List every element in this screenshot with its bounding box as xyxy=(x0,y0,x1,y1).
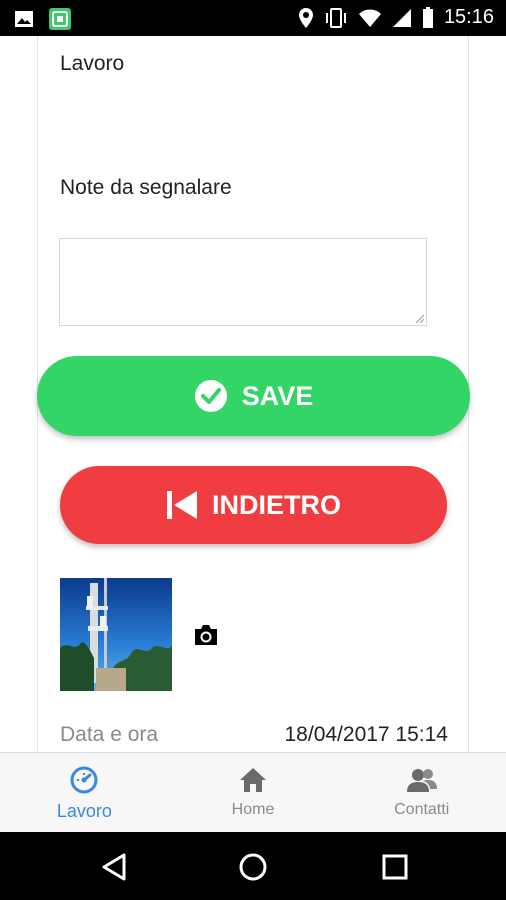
date-label: Data e ora xyxy=(60,723,159,746)
status-bar: 15:16 xyxy=(0,0,506,36)
home-circle-icon[interactable] xyxy=(238,852,268,882)
system-nav-bar xyxy=(0,832,506,900)
home-icon xyxy=(240,768,266,792)
recents-icon[interactable] xyxy=(380,852,410,882)
wifi-icon xyxy=(358,9,381,27)
photo-thumbnail[interactable] xyxy=(60,578,172,691)
tab-contatti[interactable]: Contatti xyxy=(337,753,506,832)
back-button[interactable]: INDIETRO xyxy=(60,466,447,544)
antenna-photo xyxy=(60,578,172,691)
section-label-lavoro: Lavoro xyxy=(60,52,125,75)
save-button-label: SAVE xyxy=(241,380,314,411)
vibrate-icon xyxy=(325,7,346,28)
check-circle-icon xyxy=(194,380,227,412)
tab-label-lavoro: Lavoro xyxy=(56,801,112,821)
tab-label-home: Home xyxy=(231,801,275,818)
contacts-icon xyxy=(406,769,437,792)
speedometer-icon xyxy=(70,766,98,794)
tab-lavoro[interactable]: Lavoro xyxy=(0,753,169,832)
back-icon[interactable] xyxy=(100,852,130,882)
gallery-icon xyxy=(15,11,33,27)
skip-back-icon xyxy=(166,491,197,519)
signal-icon xyxy=(392,8,411,27)
date-value: 18/04/2017 15:14 xyxy=(284,723,449,746)
back-button-label: INDIETRO xyxy=(211,489,341,520)
bottom-tab-bar: Lavoro Home Contatti xyxy=(0,752,506,832)
location-icon xyxy=(298,7,313,28)
camera-icon[interactable] xyxy=(193,624,219,646)
tab-label-contatti: Contatti xyxy=(394,801,450,818)
resize-handle-icon[interactable] xyxy=(416,315,424,323)
tab-home[interactable]: Home xyxy=(169,753,338,832)
save-button[interactable]: SAVE xyxy=(37,356,470,436)
form-content: Lavoro Note da segnalare SAVE INDIETRO D… xyxy=(0,36,506,752)
clock: 15:16 xyxy=(443,6,494,28)
app-notification-icon xyxy=(49,8,71,30)
notes-label: Note da segnalare xyxy=(60,176,232,199)
notes-textarea[interactable] xyxy=(59,238,427,326)
battery-icon xyxy=(422,6,433,28)
